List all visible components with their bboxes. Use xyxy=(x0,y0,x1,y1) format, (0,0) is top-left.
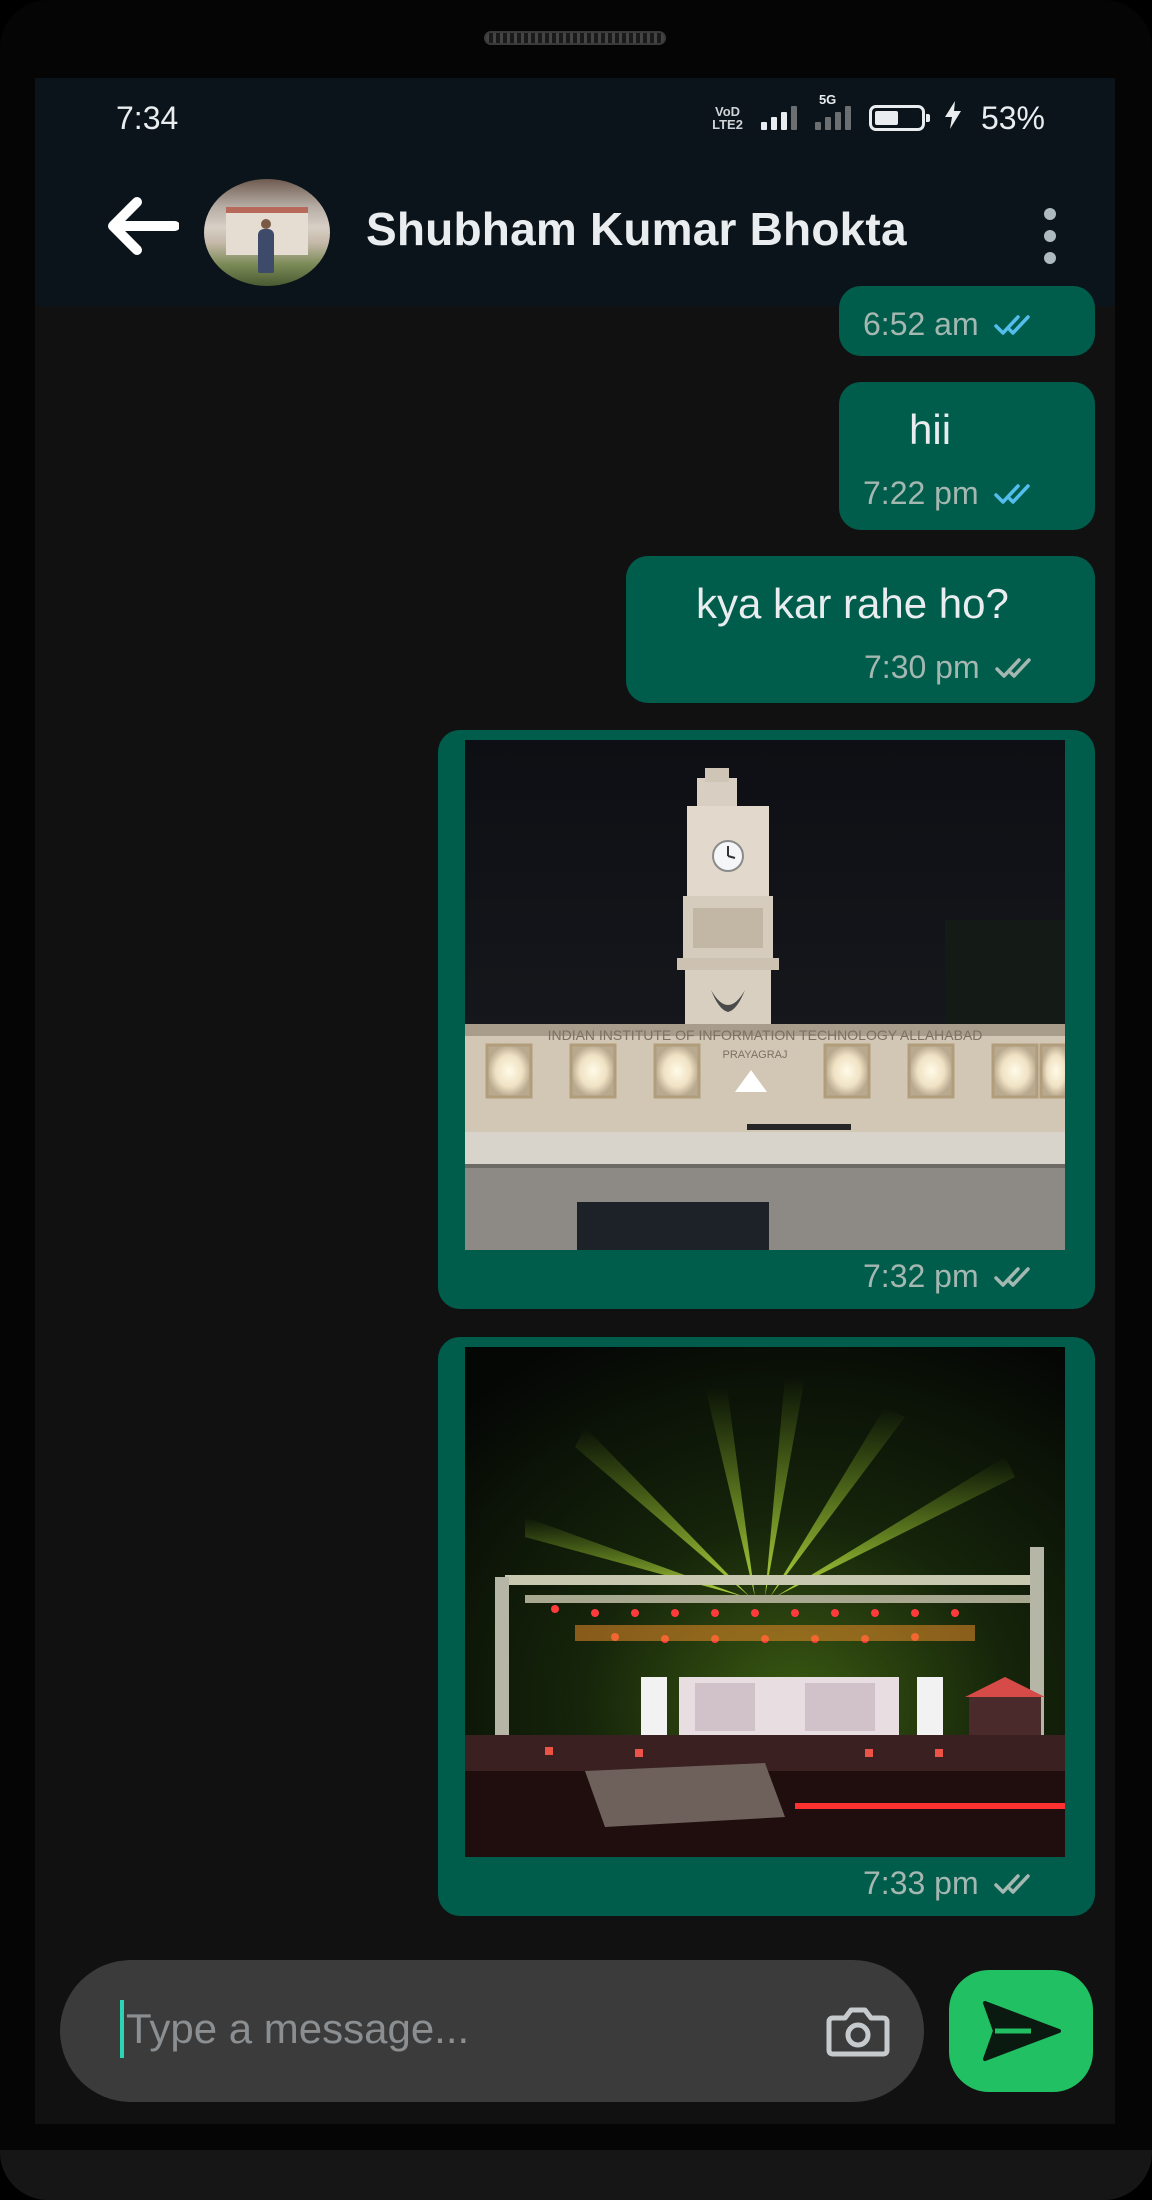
message-time: 7:32 pm xyxy=(863,1258,979,1294)
delivered-ticks-icon xyxy=(993,1266,1030,1287)
camera-icon xyxy=(826,2007,890,2057)
app-bar: 7:34 VoD LTE2 5G 53% Shubham Kumar Bhokt… xyxy=(35,78,1115,306)
read-ticks-icon xyxy=(993,483,1030,504)
chat-screen: 7:34 VoD LTE2 5G 53% Shubham Kumar Bhokt… xyxy=(35,78,1115,2124)
image-message[interactable]: 7:33 pm xyxy=(438,1337,1095,1916)
network-5g-label: 5G xyxy=(818,92,837,107)
message-list[interactable]: 6:52 am hii 7:22 pm kya kar rahe ho? 7:3… xyxy=(35,286,1115,1946)
message-composer xyxy=(60,1960,924,2102)
message-text: hii xyxy=(909,406,952,453)
camera-button[interactable] xyxy=(825,2002,891,2058)
delivered-ticks-icon xyxy=(994,657,1031,678)
message-text: kya kar rahe ho? xyxy=(696,580,1009,627)
message-time: 7:30 pm xyxy=(864,649,980,685)
battery-icon xyxy=(868,105,930,131)
concert-stage-photo[interactable] xyxy=(465,1347,1065,1857)
arrow-left-icon xyxy=(108,197,180,255)
read-ticks-icon xyxy=(993,314,1030,335)
message-time: 7:22 pm xyxy=(863,475,979,511)
back-button[interactable] xyxy=(103,196,180,256)
image-message[interactable]: INDIAN INSTITUTE OF INFORMATION TECHNOLO… xyxy=(438,730,1095,1309)
status-time: 7:34 xyxy=(116,100,179,136)
clock-tower-photo[interactable]: INDIAN INSTITUTE OF INFORMATION TECHNOLO… xyxy=(465,740,1065,1250)
battery-percent: 53% xyxy=(980,99,1045,136)
delivered-ticks-icon xyxy=(993,1873,1030,1894)
message-bubble[interactable]: 6:52 am xyxy=(839,286,1095,356)
send-button[interactable] xyxy=(949,1970,1093,2092)
message-input[interactable] xyxy=(126,1994,826,2064)
avatar[interactable] xyxy=(204,179,330,286)
signal-strength-icon xyxy=(760,106,797,130)
charging-icon xyxy=(943,100,963,136)
lte-label: LTE2 xyxy=(712,117,743,132)
message-time: 6:52 am xyxy=(863,306,979,342)
status-icons: VoD LTE2 5G 53% xyxy=(712,92,1045,138)
send-icon xyxy=(983,2001,1061,2061)
earpiece-speaker xyxy=(484,31,666,45)
more-options-button[interactable] xyxy=(1035,208,1065,268)
message-bubble[interactable]: hii 7:22 pm xyxy=(839,382,1095,530)
phone-frame: 7:34 VoD LTE2 5G 53% Shubham Kumar Bhokt… xyxy=(0,0,1152,2200)
signal-5g-icon: 5G xyxy=(814,92,851,130)
bottom-bezel xyxy=(0,2150,1152,2200)
more-vert-icon xyxy=(1044,208,1056,220)
photo-sub-text: PRAYAGRAJ xyxy=(723,1049,788,1061)
volte-indicator: VoD LTE2 xyxy=(712,105,743,131)
contact-name[interactable]: Shubham Kumar Bhokta xyxy=(366,202,907,256)
message-bubble[interactable]: kya kar rahe ho? 7:30 pm xyxy=(626,556,1095,703)
message-time: 7:33 pm xyxy=(863,1865,979,1901)
photo-banner-text: INDIAN INSTITUTE OF INFORMATION TECHNOLO… xyxy=(548,1027,983,1043)
text-caret xyxy=(120,2000,124,2058)
